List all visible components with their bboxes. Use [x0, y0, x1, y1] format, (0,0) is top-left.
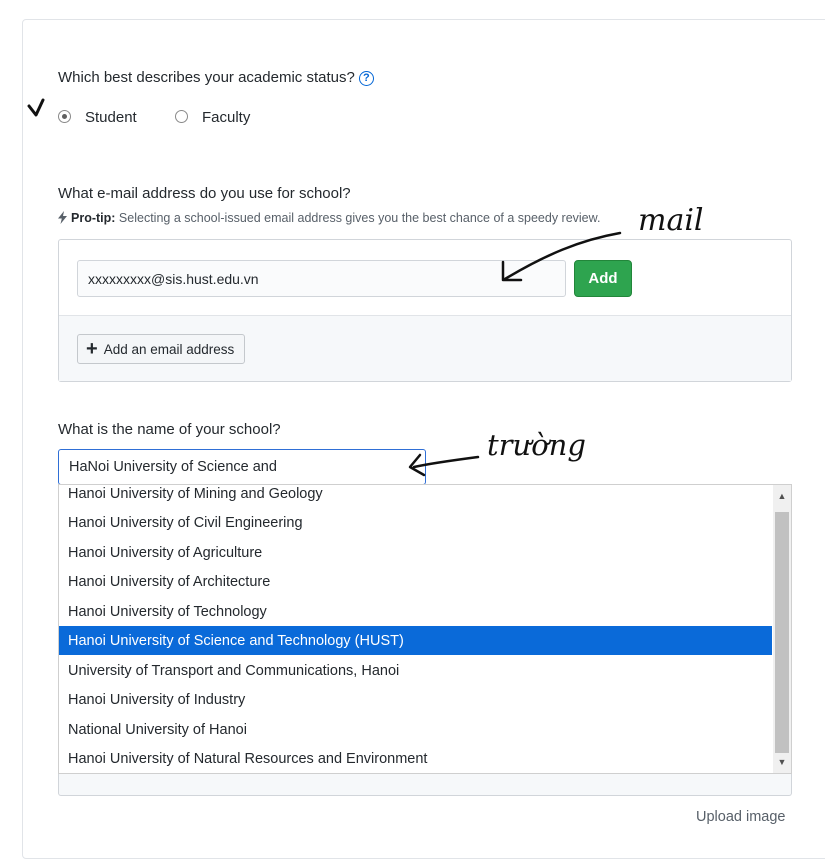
- student-radio[interactable]: [58, 110, 71, 123]
- dropdown-scrollbar[interactable]: ▲ ▼: [773, 485, 791, 773]
- protip-prefix: Pro-tip:: [71, 211, 116, 225]
- student-radio-label[interactable]: Student: [85, 109, 137, 126]
- faculty-radio[interactable]: [175, 110, 188, 123]
- school-input[interactable]: HaNoi University of Science and: [58, 449, 426, 485]
- scroll-down-icon[interactable]: ▼: [773, 753, 791, 771]
- email-input[interactable]: xxxxxxxxx@sis.hust.edu.vn: [77, 260, 566, 297]
- academic-status-label: Which best describes your academic statu…: [58, 69, 355, 86]
- school-question: What is the name of your school?: [58, 421, 281, 438]
- school-option[interactable]: University of Transport and Communicatio…: [59, 656, 772, 685]
- school-dropdown[interactable]: Hanoi University of Mining and Geology H…: [58, 484, 792, 774]
- scroll-thumb[interactable]: [775, 512, 789, 753]
- lightning-bolt-icon: [58, 211, 67, 227]
- mail-handwritten-note: mail: [638, 203, 704, 238]
- school-option[interactable]: Hanoi University of Agriculture: [59, 538, 772, 567]
- add-email-address-button[interactable]: + Add an email address: [77, 334, 246, 364]
- school-option[interactable]: National University of Hanoi: [59, 715, 772, 744]
- add-button[interactable]: Add: [574, 260, 632, 297]
- school-option-selected[interactable]: Hanoi University of Science and Technolo…: [59, 626, 772, 655]
- academic-status-question: Which best describes your academic statu…: [58, 69, 374, 86]
- school-option[interactable]: Hanoi University of Industry: [59, 685, 772, 714]
- scroll-up-icon[interactable]: ▲: [773, 487, 791, 505]
- email-box-footer: + Add an email address: [59, 315, 791, 381]
- protip: Pro-tip: Selecting a school-issued email…: [58, 211, 600, 227]
- plus-icon: +: [86, 338, 98, 360]
- protip-text: Selecting a school-issued email address …: [118, 211, 601, 225]
- school-option[interactable]: Hanoi University of Natural Resources an…: [59, 744, 772, 773]
- school-handwritten-note: trường: [487, 428, 586, 462]
- school-option[interactable]: Hanoi University of Architecture: [59, 567, 772, 596]
- upload-image-link[interactable]: Upload image: [696, 809, 785, 825]
- email-question: What e-mail address do you use for schoo…: [58, 185, 351, 202]
- email-box: xxxxxxxxx@sis.hust.edu.vn Add + Add an e…: [58, 239, 792, 382]
- school-option[interactable]: Hanoi University of Civil Engineering: [59, 508, 772, 537]
- school-option[interactable]: Hanoi University of Technology: [59, 597, 772, 626]
- school-option[interactable]: Hanoi University of Mining and Geology: [59, 485, 772, 508]
- question-circle-icon[interactable]: ?: [358, 71, 374, 86]
- add-email-address-label: Add an email address: [103, 341, 235, 357]
- faculty-radio-label[interactable]: Faculty: [202, 109, 250, 126]
